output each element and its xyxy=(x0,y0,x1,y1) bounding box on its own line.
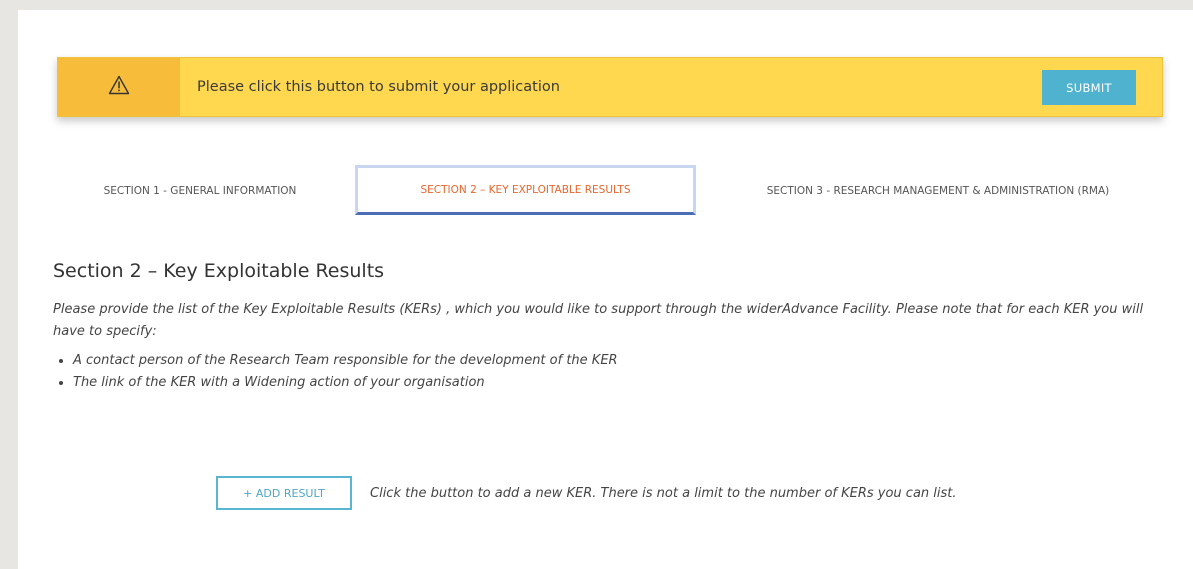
submit-alert-banner: Please click this button to submit your … xyxy=(57,57,1163,117)
submit-button[interactable]: SUBMIT xyxy=(1042,70,1136,105)
requirements-list: A contact person of the Research Team re… xyxy=(53,350,618,394)
section-intro: Please provide the list of the Key Explo… xyxy=(53,302,1144,339)
list-item: A contact person of the Research Team re… xyxy=(73,350,618,372)
add-result-button[interactable]: + ADD RESULT xyxy=(216,476,352,510)
tab-section-3[interactable]: SECTION 3 - RESEARCH MANAGEMENT & ADMINI… xyxy=(715,175,1161,207)
tab-section-1[interactable]: SECTION 1 - GENERAL INFORMATION xyxy=(65,175,335,207)
warning-triangle-icon xyxy=(108,75,130,99)
add-result-help-text: Click the button to add a new KER. There… xyxy=(370,486,957,501)
list-item: The link of the KER with a Widening acti… xyxy=(73,372,618,394)
section-title: Section 2 – Key Exploitable Results xyxy=(53,260,385,282)
page-container: Please click this button to submit your … xyxy=(18,10,1193,569)
tab-section-2[interactable]: SECTION 2 – KEY EXPLOITABLE RESULTS xyxy=(355,165,696,215)
alert-message: Please click this button to submit your … xyxy=(197,79,560,95)
alert-icon-box xyxy=(58,58,180,116)
